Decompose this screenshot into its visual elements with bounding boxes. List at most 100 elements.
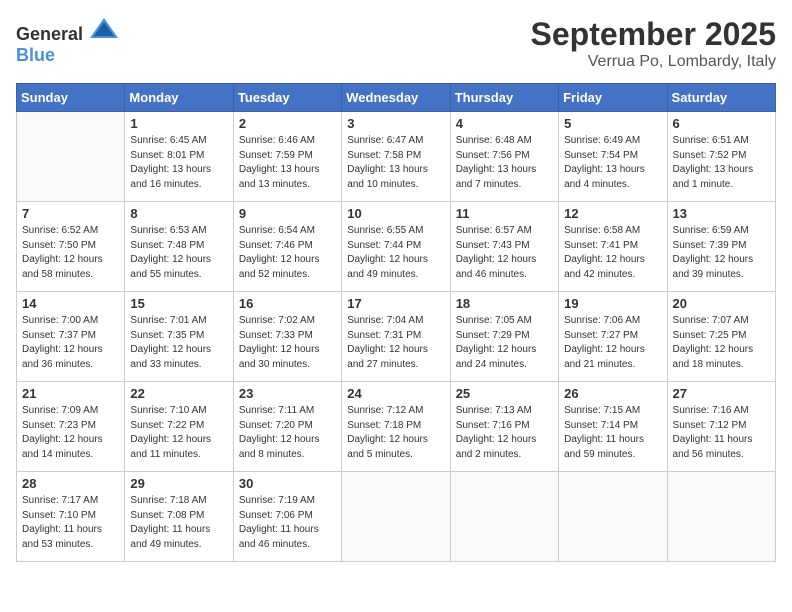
- day-info: Sunrise: 7:13 AMSunset: 7:16 PMDaylight:…: [456, 404, 553, 462]
- day-info: Sunrise: 7:10 AMSunset: 7:22 PMDaylight:…: [130, 404, 227, 462]
- day-info: Sunrise: 6:55 AMSunset: 7:44 PMDaylight:…: [347, 224, 444, 282]
- day-cell: [342, 472, 450, 562]
- day-cell: 13 Sunrise: 6:59 AMSunset: 7:39 PMDayligh…: [667, 202, 775, 292]
- day-info: Sunrise: 7:11 AMSunset: 7:20 PMDaylight:…: [239, 404, 336, 462]
- day-number: 7: [22, 206, 119, 221]
- day-info: Sunrise: 7:04 AMSunset: 7:31 PMDaylight:…: [347, 314, 444, 372]
- day-number: 20: [673, 296, 770, 311]
- day-number: 15: [130, 296, 227, 311]
- weekday-header-friday: Friday: [559, 84, 667, 112]
- day-cell: 3 Sunrise: 6:47 AMSunset: 7:58 PMDaylight…: [342, 112, 450, 202]
- day-cell: 7 Sunrise: 6:52 AMSunset: 7:50 PMDaylight…: [17, 202, 125, 292]
- day-cell: [450, 472, 558, 562]
- day-info: Sunrise: 6:54 AMSunset: 7:46 PMDaylight:…: [239, 224, 336, 282]
- page-header: General Blue September 2025 Verrua Po, L…: [16, 16, 776, 71]
- day-info: Sunrise: 6:57 AMSunset: 7:43 PMDaylight:…: [456, 224, 553, 282]
- week-row-5: 28 Sunrise: 7:17 AMSunset: 7:10 PMDayligh…: [17, 472, 776, 562]
- logo: General Blue: [16, 16, 118, 66]
- day-cell: [667, 472, 775, 562]
- day-number: 14: [22, 296, 119, 311]
- day-cell: 6Sunrise: 6:51 AMSunset: 7:52 PMDaylight…: [667, 112, 775, 202]
- weekday-header-wednesday: Wednesday: [342, 84, 450, 112]
- day-cell: 15 Sunrise: 7:01 AMSunset: 7:35 PMDayligh…: [125, 292, 233, 382]
- day-cell: 23 Sunrise: 7:11 AMSunset: 7:20 PMDayligh…: [233, 382, 341, 472]
- day-number: 8: [130, 206, 227, 221]
- day-cell: 4Sunrise: 6:48 AMSunset: 7:56 PMDaylight…: [450, 112, 558, 202]
- day-info: Sunrise: 7:12 AMSunset: 7:18 PMDaylight:…: [347, 404, 444, 462]
- day-number: 16: [239, 296, 336, 311]
- day-number: 10: [347, 206, 444, 221]
- day-cell: 24 Sunrise: 7:12 AMSunset: 7:18 PMDayligh…: [342, 382, 450, 472]
- day-cell: 10 Sunrise: 6:55 AMSunset: 7:44 PMDayligh…: [342, 202, 450, 292]
- day-cell: 1Sunrise: 6:45 AMSunset: 8:01 PMDaylight…: [125, 112, 233, 202]
- day-info: Sunrise: 7:07 AMSunset: 7:25 PMDaylight:…: [673, 314, 770, 372]
- day-info: Sunrise: 7:19 AMSunset: 7:06 PMDaylight:…: [239, 494, 336, 552]
- week-row-3: 14Sunrise: 7:00 AMSunset: 7:37 PMDayligh…: [17, 292, 776, 382]
- day-number: 29: [130, 476, 227, 491]
- day-cell: 28 Sunrise: 7:17 AMSunset: 7:10 PMDayligh…: [17, 472, 125, 562]
- day-cell: 14Sunrise: 7:00 AMSunset: 7:37 PMDayligh…: [17, 292, 125, 382]
- day-cell: 11 Sunrise: 6:57 AMSunset: 7:43 PMDayligh…: [450, 202, 558, 292]
- day-cell: 27Sunrise: 7:16 AMSunset: 7:12 PMDayligh…: [667, 382, 775, 472]
- location-title: Verrua Po, Lombardy, Italy: [531, 53, 776, 71]
- day-number: 17: [347, 296, 444, 311]
- day-info: Sunrise: 6:51 AMSunset: 7:52 PMDaylight:…: [673, 134, 770, 192]
- day-info: Sunrise: 7:06 AMSunset: 7:27 PMDaylight:…: [564, 314, 661, 372]
- day-number: 22: [130, 386, 227, 401]
- day-info: Sunrise: 6:45 AMSunset: 8:01 PMDaylight:…: [130, 134, 227, 192]
- day-number: 28: [22, 476, 119, 491]
- day-number: 23: [239, 386, 336, 401]
- day-info: Sunrise: 7:15 AMSunset: 7:14 PMDaylight:…: [564, 404, 661, 462]
- day-number: 12: [564, 206, 661, 221]
- day-number: 26: [564, 386, 661, 401]
- logo-general: General: [16, 24, 83, 44]
- day-cell: 30Sunrise: 7:19 AMSunset: 7:06 PMDayligh…: [233, 472, 341, 562]
- day-cell: [17, 112, 125, 202]
- day-cell: 17 Sunrise: 7:04 AMSunset: 7:31 PMDayligh…: [342, 292, 450, 382]
- day-number: 27: [673, 386, 770, 401]
- day-cell: 20 Sunrise: 7:07 AMSunset: 7:25 PMDayligh…: [667, 292, 775, 382]
- day-info: Sunrise: 6:58 AMSunset: 7:41 PMDaylight:…: [564, 224, 661, 282]
- day-info: Sunrise: 6:52 AMSunset: 7:50 PMDaylight:…: [22, 224, 119, 282]
- day-info: Sunrise: 7:01 AMSunset: 7:35 PMDaylight:…: [130, 314, 227, 372]
- day-number: 3: [347, 116, 444, 131]
- month-title: September 2025: [531, 16, 776, 53]
- day-cell: 18Sunrise: 7:05 AMSunset: 7:29 PMDayligh…: [450, 292, 558, 382]
- weekday-header-saturday: Saturday: [667, 84, 775, 112]
- day-cell: 2Sunrise: 6:46 AMSunset: 7:59 PMDaylight…: [233, 112, 341, 202]
- day-number: 9: [239, 206, 336, 221]
- day-number: 5: [564, 116, 661, 131]
- weekday-header-monday: Monday: [125, 84, 233, 112]
- week-row-4: 21Sunrise: 7:09 AMSunset: 7:23 PMDayligh…: [17, 382, 776, 472]
- title-block: September 2025 Verrua Po, Lombardy, Ital…: [531, 16, 776, 71]
- day-number: 13: [673, 206, 770, 221]
- weekday-header-tuesday: Tuesday: [233, 84, 341, 112]
- day-cell: 12 Sunrise: 6:58 AMSunset: 7:41 PMDayligh…: [559, 202, 667, 292]
- day-cell: 22 Sunrise: 7:10 AMSunset: 7:22 PMDayligh…: [125, 382, 233, 472]
- day-info: Sunrise: 7:17 AMSunset: 7:10 PMDaylight:…: [22, 494, 119, 552]
- day-info: Sunrise: 6:46 AMSunset: 7:59 PMDaylight:…: [239, 134, 336, 192]
- day-cell: 25Sunrise: 7:13 AMSunset: 7:16 PMDayligh…: [450, 382, 558, 472]
- day-info: Sunrise: 7:02 AMSunset: 7:33 PMDaylight:…: [239, 314, 336, 372]
- day-cell: 29 Sunrise: 7:18 AMSunset: 7:08 PMDayligh…: [125, 472, 233, 562]
- weekday-header-row: SundayMondayTuesdayWednesdayThursdayFrid…: [17, 84, 776, 112]
- day-info: Sunrise: 7:09 AMSunset: 7:23 PMDaylight:…: [22, 404, 119, 462]
- logo-icon: [90, 16, 118, 40]
- day-number: 24: [347, 386, 444, 401]
- day-info: Sunrise: 6:59 AMSunset: 7:39 PMDaylight:…: [673, 224, 770, 282]
- week-row-1: 1Sunrise: 6:45 AMSunset: 8:01 PMDaylight…: [17, 112, 776, 202]
- day-info: Sunrise: 6:49 AMSunset: 7:54 PMDaylight:…: [564, 134, 661, 192]
- day-number: 18: [456, 296, 553, 311]
- day-cell: 19 Sunrise: 7:06 AMSunset: 7:27 PMDayligh…: [559, 292, 667, 382]
- day-info: Sunrise: 6:47 AMSunset: 7:58 PMDaylight:…: [347, 134, 444, 192]
- day-info: Sunrise: 6:53 AMSunset: 7:48 PMDaylight:…: [130, 224, 227, 282]
- day-number: 11: [456, 206, 553, 221]
- day-cell: 16 Sunrise: 7:02 AMSunset: 7:33 PMDayligh…: [233, 292, 341, 382]
- day-info: Sunrise: 6:48 AMSunset: 7:56 PMDaylight:…: [456, 134, 553, 192]
- logo-text: General Blue: [16, 16, 118, 66]
- day-info: Sunrise: 7:18 AMSunset: 7:08 PMDaylight:…: [130, 494, 227, 552]
- day-cell: 21Sunrise: 7:09 AMSunset: 7:23 PMDayligh…: [17, 382, 125, 472]
- day-number: 19: [564, 296, 661, 311]
- day-cell: [559, 472, 667, 562]
- day-cell: 26 Sunrise: 7:15 AMSunset: 7:14 PMDayligh…: [559, 382, 667, 472]
